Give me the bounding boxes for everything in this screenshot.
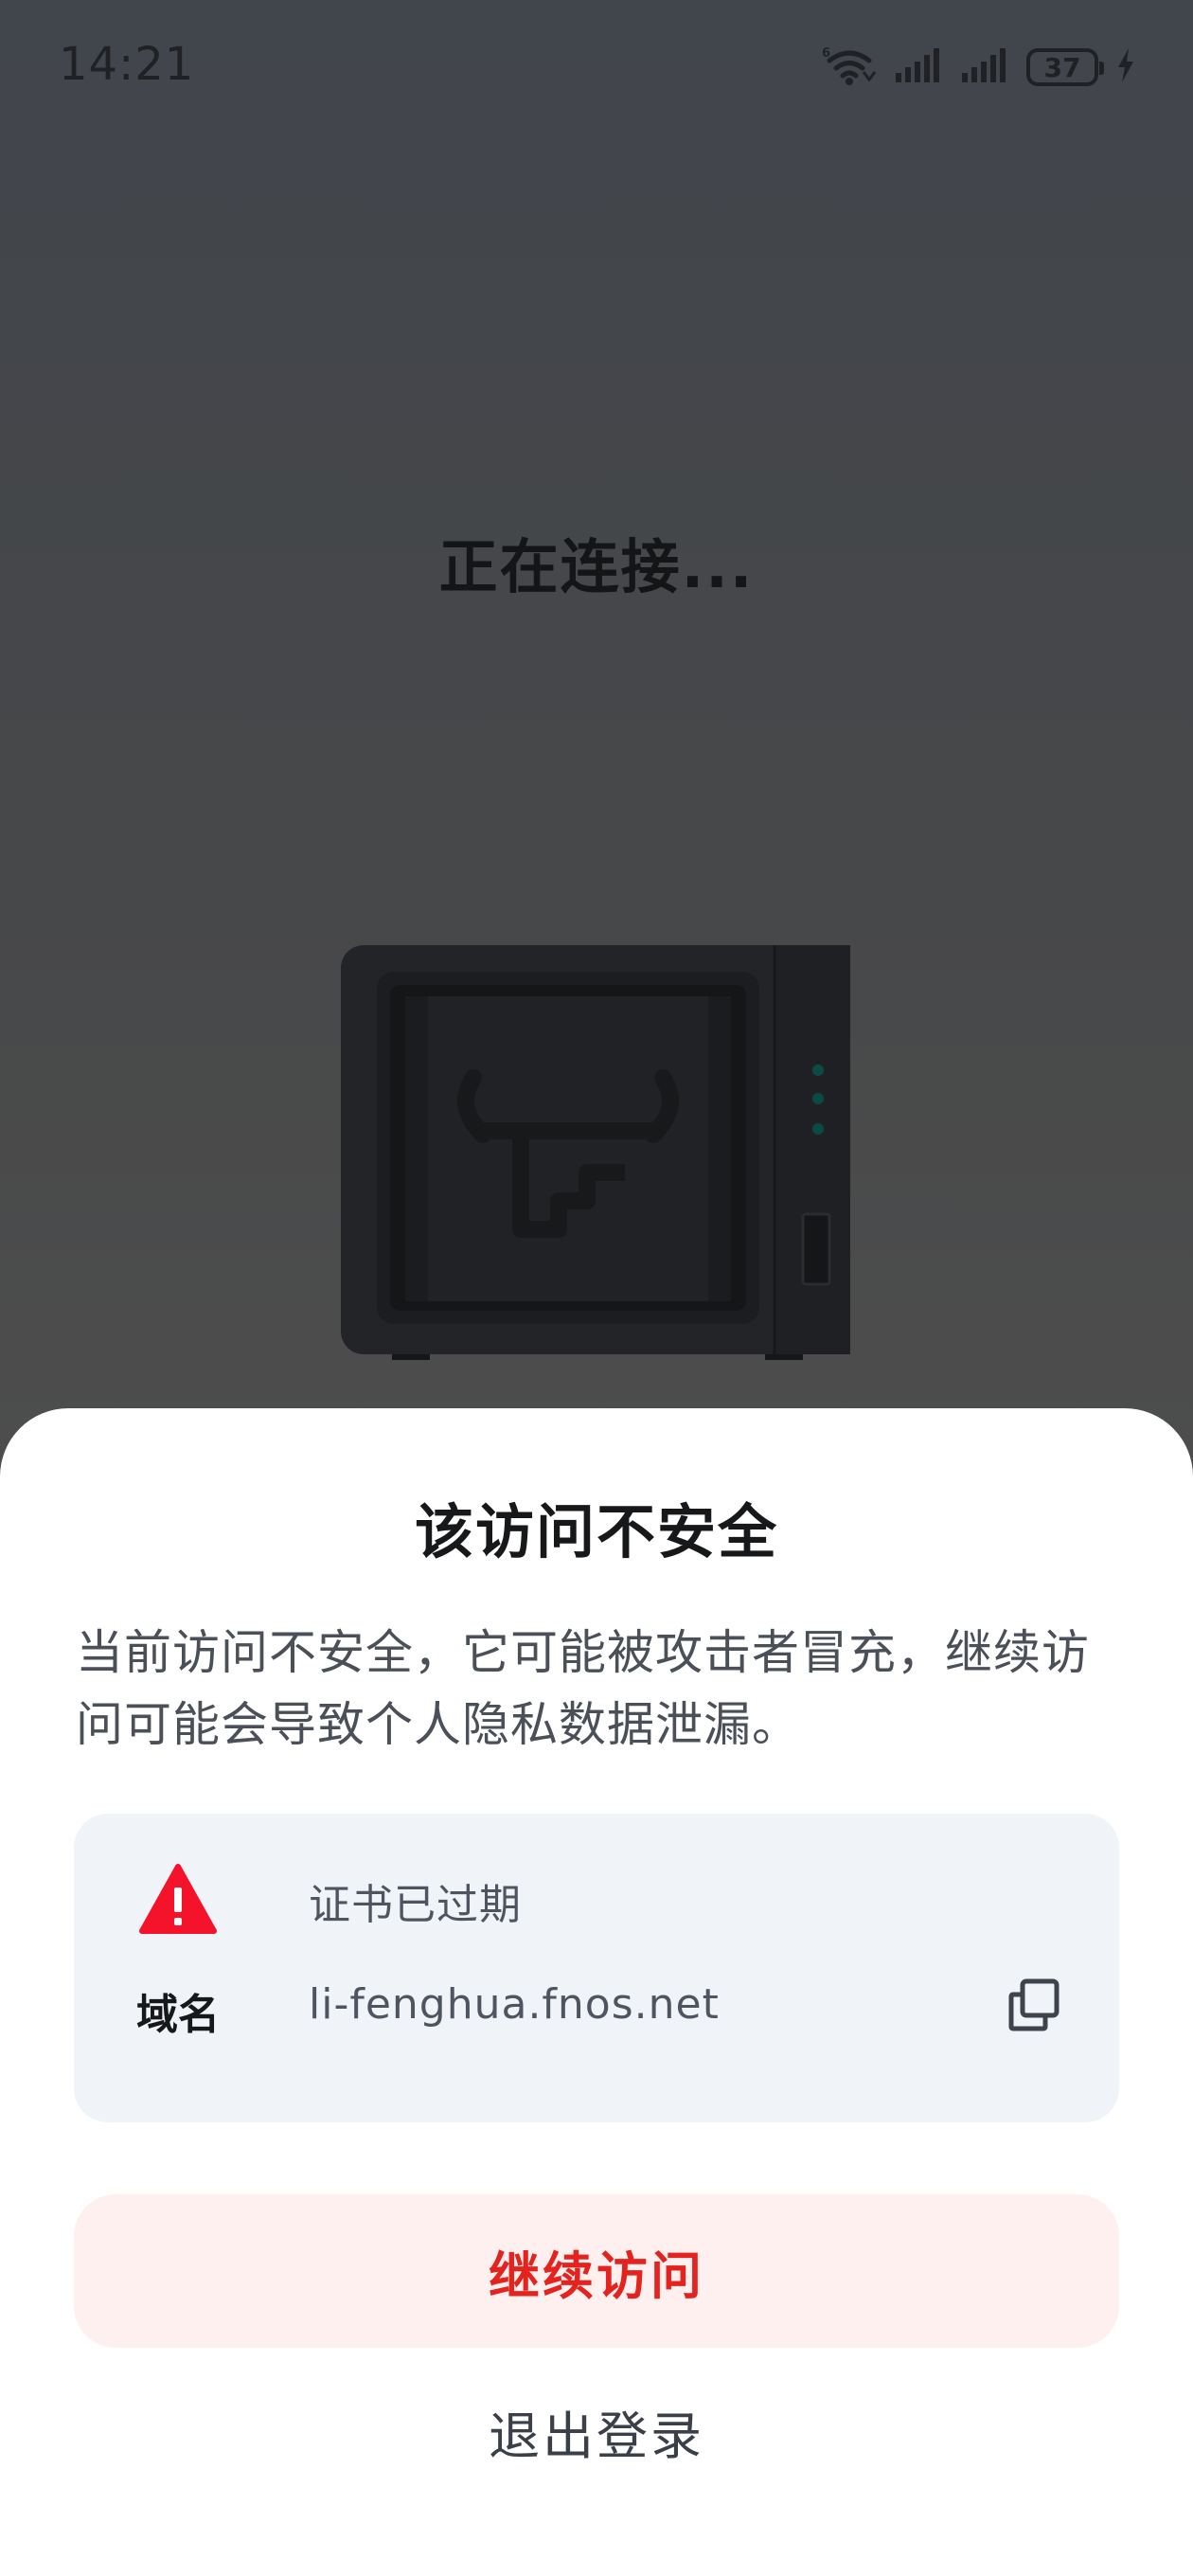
certificate-status: 证书已过期 xyxy=(309,1881,522,1929)
domain-value: li-fenghua.fnos.net xyxy=(309,1980,720,2029)
copy-icon xyxy=(1007,1977,1060,2036)
certificate-info-card: 证书已过期 域名 li-fenghua.fnos.net xyxy=(74,1814,1119,2122)
warning-icon xyxy=(138,1863,218,1935)
screen: 14:21 6 37 正在连接... 该访问不安全 当前访问不安全，它可能被攻击… xyxy=(0,0,1193,2576)
signal-icon xyxy=(960,46,1009,88)
copy-domain-button[interactable] xyxy=(996,1969,1072,2045)
continue-access-button[interactable]: 继续访问 xyxy=(74,2194,1119,2348)
status-time: 14:21 xyxy=(59,38,195,91)
signal-icon xyxy=(894,46,943,88)
battery-icon: 37 xyxy=(1026,48,1104,86)
dialog-title: 该访问不安全 xyxy=(414,1497,778,1566)
logout-button[interactable]: 退出登录 xyxy=(360,2374,833,2488)
dialog-description: 当前访问不安全，它可能被攻击者冒充，继续访问可能会导致个人隐私数据泄漏。 xyxy=(76,1625,1090,1752)
status-bar: 14:21 6 37 xyxy=(0,0,1193,133)
security-warning-sheet: 该访问不安全 当前访问不安全，它可能被攻击者冒充，继续访问可能会导致个人隐私数据… xyxy=(0,1408,1193,2576)
nas-device-illustration xyxy=(341,945,852,1369)
charging-icon xyxy=(1115,46,1136,88)
domain-label: 域名 xyxy=(136,1991,220,2039)
status-icons: 6 37 xyxy=(822,44,1136,91)
wifi-6-icon: 6 xyxy=(822,44,877,91)
connecting-text: 正在连接... xyxy=(438,532,755,601)
